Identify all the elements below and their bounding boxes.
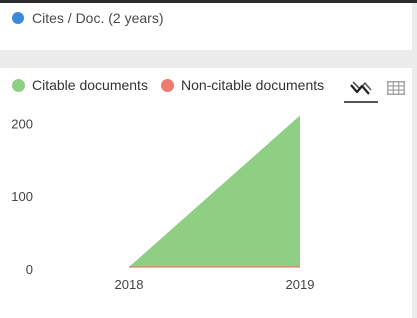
indicators-legend-card: Cites / Doc. (2 years) xyxy=(0,3,412,50)
y-tick-label: 0 xyxy=(26,262,33,277)
x-tick-label: 2019 xyxy=(286,277,315,292)
y-tick-label: 100 xyxy=(11,189,33,204)
x-tick-label: 2018 xyxy=(115,277,144,292)
section-gap xyxy=(0,50,417,68)
legend-label: Cites / Doc. (2 years) xyxy=(32,10,164,26)
chart-card: Citable documents Non-citable documents … xyxy=(0,68,412,318)
y-tick-label: 200 xyxy=(11,116,33,131)
area-series-citable-documents[interactable] xyxy=(129,115,300,267)
legend-item-cites-per-doc[interactable]: Cites / Doc. (2 years) xyxy=(12,10,163,26)
area-chart: 0 100 200 2018 2019 xyxy=(11,115,315,292)
legend-dot xyxy=(12,12,24,24)
